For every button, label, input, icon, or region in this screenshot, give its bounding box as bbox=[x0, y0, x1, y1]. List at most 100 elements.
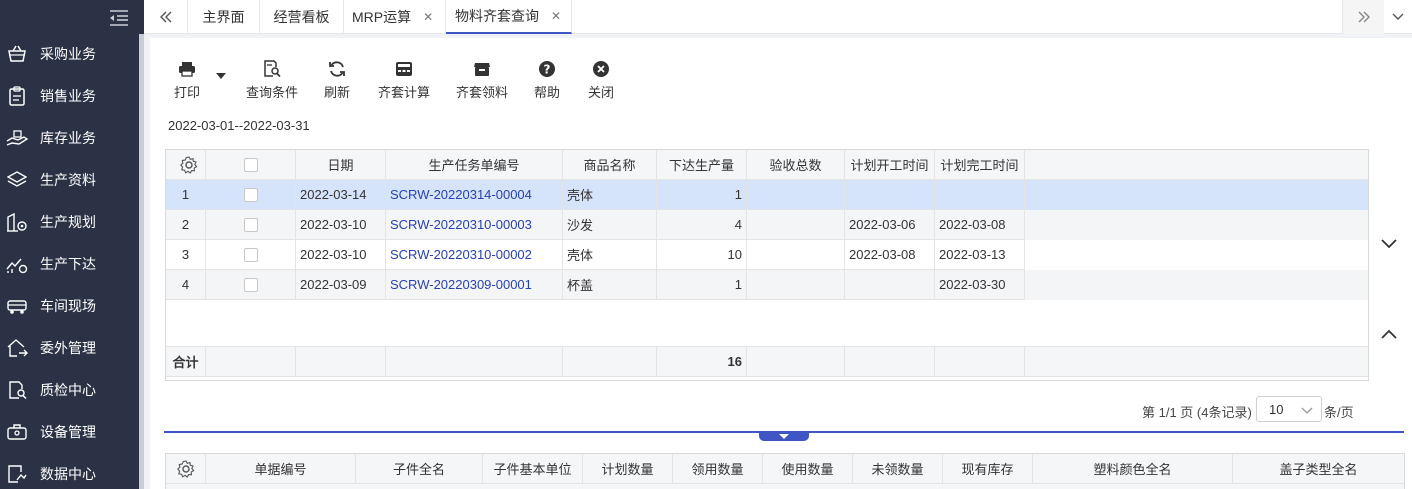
column-settings-icon[interactable] bbox=[166, 150, 206, 180]
header-date[interactable]: 日期 bbox=[296, 150, 386, 180]
sidebar-item-inventory[interactable]: 库存业务 bbox=[0, 117, 140, 159]
detail-header-doc-no[interactable]: 单据编号 bbox=[206, 454, 356, 484]
header-accepted-total[interactable]: 验收总数 bbox=[747, 150, 845, 180]
cell-product-name: 壳体 bbox=[563, 180, 657, 210]
detail-header-child-name[interactable]: 子件全名 bbox=[356, 454, 483, 484]
header-planned-end[interactable]: 计划完工时间 bbox=[935, 150, 1025, 180]
row-number: 4 bbox=[166, 270, 206, 300]
svg-text:?: ? bbox=[544, 63, 551, 77]
sidebar-item-quality[interactable]: 质检中心 bbox=[0, 369, 140, 411]
splitter-toggle-button[interactable] bbox=[759, 431, 809, 441]
sidebar-item-outsourcing[interactable]: 委外管理 bbox=[0, 327, 140, 369]
sidebar-item-label: 生产下达 bbox=[40, 256, 96, 272]
detail-grid: 单据编号 子件全名 子件基本单位 计划数量 领用数量 使用数量 未领数量 现有库… bbox=[165, 453, 1405, 489]
table-row[interactable]: 2 2022-03-10 SCRW-20220310-00003 沙发 4 20… bbox=[166, 210, 1368, 240]
sidebar-item-production-data[interactable]: 生产资料 bbox=[0, 159, 140, 201]
footer-cell bbox=[845, 347, 935, 377]
tab-mrp[interactable]: MRP运算 ✕ bbox=[344, 0, 446, 34]
chevron-up-icon[interactable] bbox=[1380, 328, 1398, 342]
detail-header-planned-qty[interactable]: 计划数量 bbox=[583, 454, 673, 484]
row-checkbox[interactable] bbox=[206, 270, 296, 300]
help-icon: ? bbox=[537, 60, 557, 78]
cell-product-name: 杯盖 bbox=[563, 270, 657, 300]
cell-release-qty: 1 bbox=[657, 270, 747, 300]
chevron-down-icon[interactable] bbox=[1380, 238, 1398, 252]
footer-cell bbox=[386, 347, 563, 377]
print-button[interactable]: 打印 bbox=[174, 60, 200, 101]
sidebar: 采购业务 销售业务 库存业务 生产资料 生产规划 生产下达 车间现场 委外管理 … bbox=[0, 0, 144, 489]
cell-task-code-link[interactable]: SCRW-20220310-00003 bbox=[386, 210, 563, 240]
hand-box-icon bbox=[6, 127, 28, 149]
sidebar-item-data-center[interactable]: 数据中心 bbox=[0, 453, 140, 489]
table-row[interactable]: 4 2022-03-09 SCRW-20220309-00001 杯盖 1 20… bbox=[166, 270, 1368, 300]
trend-gear-icon bbox=[6, 253, 28, 275]
tab-label: 经营看板 bbox=[273, 9, 330, 25]
cell-task-code-link[interactable]: SCRW-20220314-00004 bbox=[386, 180, 563, 210]
sidebar-item-equipment[interactable]: 设备管理 bbox=[0, 411, 140, 453]
close-button[interactable]: 关闭 bbox=[588, 60, 614, 101]
row-checkbox[interactable] bbox=[206, 240, 296, 270]
header-release-qty[interactable]: 下达生产量 bbox=[657, 150, 747, 180]
select-all-checkbox[interactable] bbox=[206, 150, 296, 180]
sidebar-item-label: 质检中心 bbox=[40, 382, 96, 398]
footer-cell bbox=[747, 347, 845, 377]
cell-task-code-link[interactable]: SCRW-20220310-00002 bbox=[386, 240, 563, 270]
detail-header-picked-qty[interactable]: 领用数量 bbox=[673, 454, 763, 484]
kit-calculate-button[interactable]: 齐套计算 bbox=[378, 60, 430, 101]
sidebar-item-production-release[interactable]: 生产下达 bbox=[0, 243, 140, 285]
detail-header-plastic-color[interactable]: 塑料颜色全名 bbox=[1033, 454, 1233, 484]
detail-column-settings-icon[interactable] bbox=[166, 454, 206, 484]
grid-footer-row: 合计 16 bbox=[166, 346, 1368, 377]
sidebar-item-production-plan[interactable]: 生产规划 bbox=[0, 201, 140, 243]
table-row[interactable]: 1 2022-03-14 SCRW-20220314-00004 壳体 1 bbox=[166, 180, 1368, 210]
query-conditions-button[interactable]: 查询条件 bbox=[246, 60, 298, 101]
tab-bar: 主界面 经营看板 MRP运算 ✕ 物料齐套查询 ✕ bbox=[144, 0, 1412, 34]
sidebar-item-sales[interactable]: 销售业务 bbox=[0, 75, 140, 117]
print-label: 打印 bbox=[174, 85, 201, 100]
sidebar-scrollbar[interactable] bbox=[139, 34, 144, 489]
chart-box-icon bbox=[6, 463, 28, 485]
header-product-name[interactable]: 商品名称 bbox=[563, 150, 657, 180]
tab-home[interactable]: 主界面 bbox=[188, 0, 260, 34]
tab-dashboard[interactable]: 经营看板 bbox=[260, 0, 344, 34]
detail-header-unpicked-qty[interactable]: 未领数量 bbox=[853, 454, 943, 484]
print-dropdown-caret-icon[interactable] bbox=[216, 73, 226, 79]
refresh-button[interactable]: 刷新 bbox=[324, 60, 350, 101]
tab-label: 物料齐套查询 bbox=[455, 8, 539, 24]
sidebar-item-label: 库存业务 bbox=[40, 130, 96, 146]
detail-header-child-unit[interactable]: 子件基本单位 bbox=[483, 454, 583, 484]
refresh-icon bbox=[327, 60, 347, 78]
toolbox-icon bbox=[6, 421, 28, 443]
close-icon[interactable]: ✕ bbox=[551, 9, 561, 23]
header-filler bbox=[1025, 150, 1368, 180]
help-button[interactable]: ? 帮助 bbox=[534, 60, 560, 101]
cell-accepted-total bbox=[747, 240, 845, 270]
cell-task-code-link[interactable]: SCRW-20220309-00001 bbox=[386, 270, 563, 300]
row-checkbox[interactable] bbox=[206, 210, 296, 240]
page-size-select[interactable]: 10 bbox=[1256, 396, 1322, 422]
close-icon[interactable]: ✕ bbox=[423, 10, 433, 24]
table-row[interactable]: 3 2022-03-10 SCRW-20220310-00002 壳体 10 2… bbox=[166, 240, 1368, 270]
doc-search-icon bbox=[6, 379, 28, 401]
sidebar-item-workshop[interactable]: 车间现场 bbox=[0, 285, 140, 327]
menu-collapse-icon[interactable] bbox=[108, 8, 130, 26]
header-task-code[interactable]: 生产任务单编号 bbox=[386, 150, 563, 180]
kit-picking-button[interactable]: 齐套领料 bbox=[456, 60, 508, 101]
tab-scroll-right-icon[interactable] bbox=[1342, 0, 1384, 34]
header-planned-start[interactable]: 计划开工时间 bbox=[845, 150, 935, 180]
cell-planned-start bbox=[845, 180, 935, 210]
detail-header-stock[interactable]: 现有库存 bbox=[943, 454, 1033, 484]
row-checkbox[interactable] bbox=[206, 180, 296, 210]
cell-release-qty: 10 bbox=[657, 240, 747, 270]
tab-scroll-left-icon[interactable] bbox=[144, 0, 188, 34]
detail-header-used-qty[interactable]: 使用数量 bbox=[763, 454, 853, 484]
footer-cell bbox=[563, 347, 657, 377]
date-range: 2022-03-01--2022-03-31 bbox=[168, 118, 310, 133]
tab-material-kit-query[interactable]: 物料齐套查询 ✕ bbox=[446, 0, 572, 34]
detail-header-lid-type[interactable]: 盖子类型全名 bbox=[1233, 454, 1404, 484]
main-panel: 打印 查询条件 刷新 齐套计算 齐套领料 ? 帮助 关闭 2022-03-01-… bbox=[150, 38, 1412, 489]
sidebar-item-purchase[interactable]: 采购业务 bbox=[0, 33, 140, 75]
footer-total-qty: 16 bbox=[657, 347, 747, 377]
tab-menu-chevron-down-icon[interactable] bbox=[1384, 0, 1412, 34]
page-size-suffix: 条/页 bbox=[1324, 405, 1354, 420]
